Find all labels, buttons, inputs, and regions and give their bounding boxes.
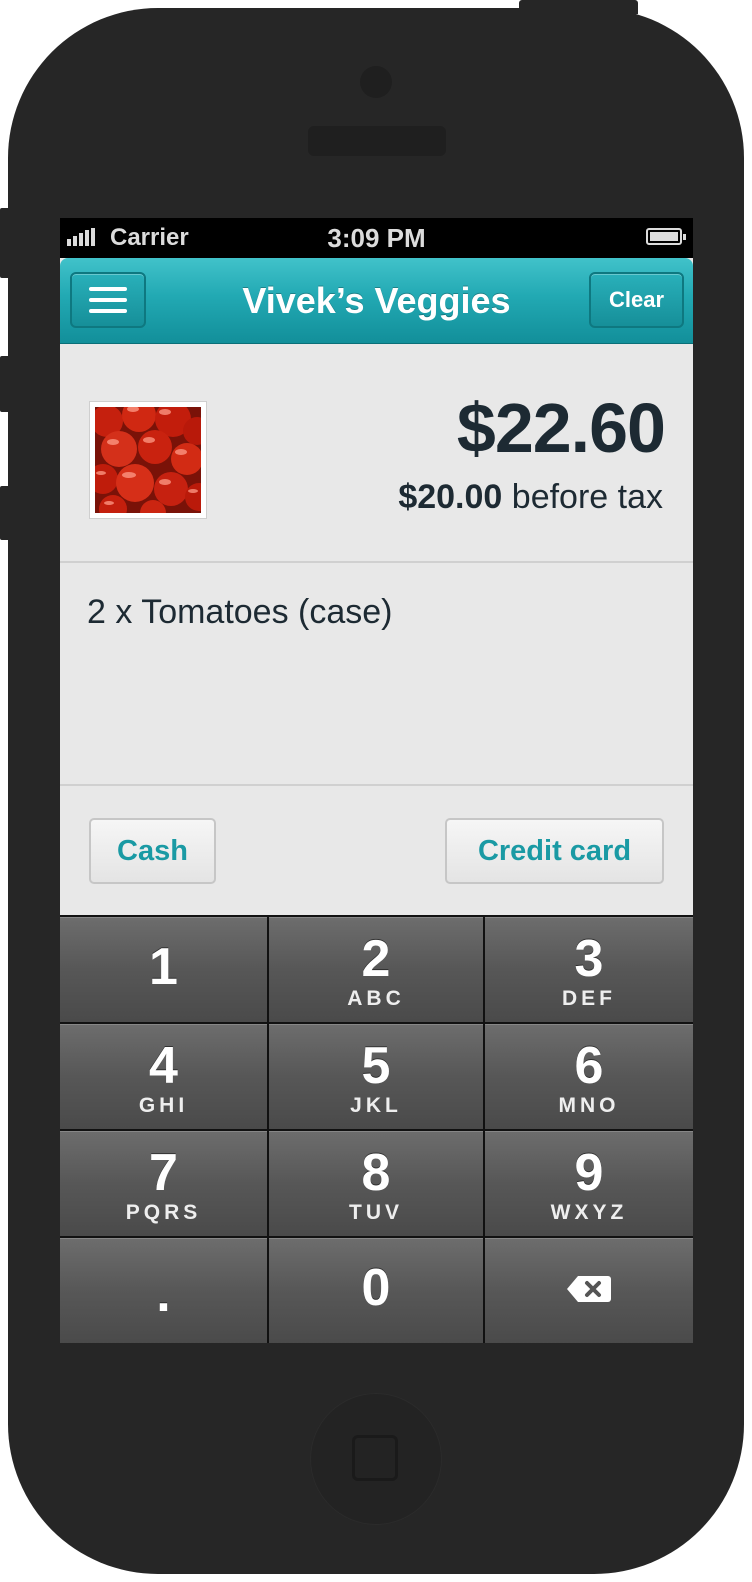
key-letters: WXYZ	[550, 1201, 628, 1224]
power-button	[519, 0, 638, 14]
key-letters: TUV	[349, 1201, 403, 1224]
volume-down-button	[0, 486, 10, 540]
key-digit: 8	[361, 1144, 391, 1202]
key-digit: 4	[149, 1037, 178, 1095]
key-0[interactable]: 0	[269, 1238, 483, 1343]
order-line-item: 2 x Tomatoes (case)	[87, 593, 393, 631]
key-letters: DEF	[562, 987, 616, 1010]
hamburger-menu-icon	[89, 287, 127, 313]
key-6[interactable]: 6 MNO	[485, 1024, 693, 1129]
front-camera	[360, 66, 392, 98]
key-8[interactable]: 8 TUV	[269, 1131, 483, 1236]
key-digit: .	[156, 1265, 171, 1323]
key-letters: GHI	[138, 1094, 189, 1117]
backspace-icon	[567, 1276, 611, 1302]
backspace-key[interactable]	[485, 1238, 693, 1343]
key-letters: JKL	[350, 1094, 402, 1117]
key-7[interactable]: 7 PQRS	[60, 1131, 267, 1236]
key-3[interactable]: 3 DEF	[485, 917, 693, 1022]
page-title: Vivek’s Veggies	[242, 280, 511, 321]
cash-button[interactable]: Cash	[89, 818, 216, 884]
order-summary: $22.60 $20.00 before tax	[60, 344, 693, 563]
key-digit: 9	[574, 1144, 604, 1202]
key-digit: 3	[574, 930, 604, 988]
earpiece-speaker	[308, 126, 446, 156]
subtotal-amount: $20.00	[398, 478, 503, 516]
status-time: 3:09 PM	[327, 223, 426, 253]
key-decimal[interactable]: .	[60, 1238, 267, 1343]
key-letters: PQRS	[125, 1201, 202, 1224]
navigation-bar: Vivek’s Veggies Clear	[60, 258, 693, 344]
total-amount: $22.60	[456, 389, 666, 467]
key-digit: 5	[361, 1037, 391, 1095]
subtotal-line: $20.00 before tax	[398, 478, 663, 517]
tomatoes-image	[95, 407, 201, 513]
key-digit: 6	[574, 1037, 604, 1095]
home-square-icon	[352, 1435, 398, 1481]
key-letters: ABC	[347, 987, 405, 1010]
key-2[interactable]: 2 ABC	[269, 917, 483, 1022]
product-thumbnail	[89, 401, 207, 519]
clear-button[interactable]: Clear	[589, 272, 684, 328]
key-digit: 2	[361, 930, 391, 988]
order-items: 2 x Tomatoes (case)	[60, 565, 693, 786]
subtotal-suffix: before tax	[511, 478, 663, 516]
key-digit: 7	[149, 1144, 178, 1202]
battery-icon	[646, 228, 686, 245]
credit-card-button[interactable]: Credit card	[445, 818, 664, 884]
numeric-keypad: 1 2 ABC 3 DEF 4 GHI 5 JKL 6 MNO 7 PQRS 8	[60, 915, 693, 1343]
menu-button[interactable]	[70, 272, 146, 328]
key-4[interactable]: 4 GHI	[60, 1024, 267, 1129]
key-5[interactable]: 5 JKL	[269, 1024, 483, 1129]
status-bar: Carrier 3:09 PM	[60, 218, 693, 258]
volume-up-button	[0, 356, 10, 412]
key-digit: 1	[149, 938, 178, 996]
key-9[interactable]: 9 WXYZ	[485, 1131, 693, 1236]
screen: Carrier 3:09 PM Vivek’s Veggies Clear $2…	[60, 218, 693, 1343]
mute-switch	[0, 208, 10, 278]
key-letters: MNO	[558, 1094, 620, 1117]
key-digit: 0	[361, 1259, 391, 1317]
key-1[interactable]: 1	[60, 917, 267, 1022]
